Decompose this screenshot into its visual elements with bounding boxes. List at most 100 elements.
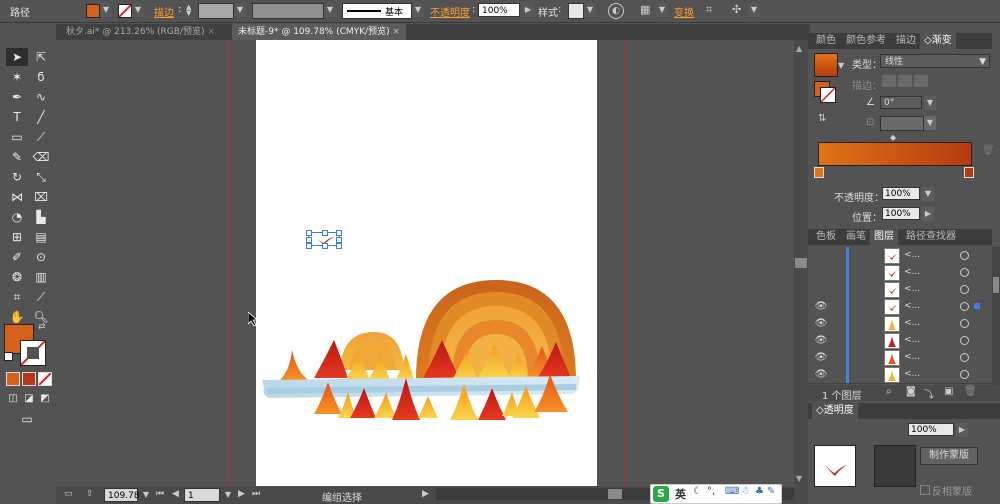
aspect-field[interactable] — [880, 116, 924, 131]
default-colors-icon[interactable] — [4, 352, 13, 361]
export-icon[interactable]: ⇪ — [86, 489, 94, 499]
symbol-sprayer-tool-icon[interactable]: ❂ — [6, 268, 28, 286]
user-icon[interactable]: ☃ — [741, 486, 750, 497]
stroke-weight-dropdown-icon[interactable]: ▼ — [234, 3, 246, 17]
stroke-none-swatch[interactable] — [118, 4, 132, 18]
magic-wand-tool-icon[interactable]: ✶ — [6, 68, 28, 86]
selection-tool-icon[interactable]: ➤ — [6, 48, 28, 66]
vertical-scrollbar[interactable]: ▲ ▼ — [794, 40, 808, 486]
align-grid-icon[interactable]: ▦ — [640, 3, 656, 17]
bbox-handle[interactable] — [336, 243, 342, 249]
target-circle-icon[interactable] — [960, 353, 969, 362]
tab-stroke[interactable]: 描边 — [892, 33, 920, 49]
bbox-handle[interactable] — [306, 230, 312, 236]
angle-field[interactable]: 0° — [880, 96, 922, 109]
visibility-eye-icon[interactable] — [812, 264, 830, 281]
selection-indicator[interactable] — [974, 303, 980, 309]
column-graph-tool-icon[interactable]: ▥ — [30, 268, 52, 286]
pen-tool-icon[interactable]: ✒ — [6, 88, 28, 106]
moon-icon[interactable]: ☾ — [693, 486, 702, 497]
status-menu-icon[interactable]: ▶ — [422, 489, 429, 499]
canvas-area[interactable] — [56, 40, 794, 486]
visibility-eye-icon[interactable] — [812, 281, 830, 298]
target-circle-icon[interactable] — [960, 251, 969, 260]
visibility-eye-icon[interactable]: 👁︎ — [812, 298, 830, 315]
draw-inside-icon[interactable]: ◩ — [34, 390, 56, 408]
gradient-preview-dropdown-icon[interactable]: ▼ — [838, 61, 844, 70]
visibility-eye-icon[interactable]: 👁︎ — [812, 349, 830, 366]
zoom-dropdown-icon[interactable]: ▼ — [140, 488, 152, 502]
tab-brushes[interactable]: 画笔 — [842, 229, 870, 245]
layer-row[interactable]: 👁︎ <... — [808, 332, 992, 350]
tools-icon[interactable]: ✎ — [767, 486, 775, 497]
brush-definition-field[interactable]: 基本 — [342, 3, 412, 19]
new-layer-icon[interactable]: ▣ — [944, 386, 953, 397]
stop-opacity-dropdown-icon[interactable]: ▼ — [922, 187, 934, 201]
stroke-grad-opt3-icon[interactable] — [914, 75, 928, 87]
layer-row[interactable]: 👁︎ <... — [808, 349, 992, 367]
gradient-type-select[interactable]: 线性 ▼ — [880, 54, 990, 68]
tab-color[interactable]: 颜色 — [812, 33, 840, 49]
transparency-thumbnail[interactable] — [814, 445, 856, 487]
punct-icon[interactable]: °, — [707, 486, 715, 497]
transparency-opacity-dropdown-icon[interactable]: ▶ — [956, 423, 968, 437]
tab-autumn-doc[interactable]: 秋夕.ai* @ 213.26% (RGB/预览) × — [60, 24, 221, 40]
bbox-handle[interactable] — [322, 230, 328, 236]
artboard-tool-icon[interactable]: ⌗ — [6, 288, 28, 306]
tab-layers[interactable]: 图层 — [870, 229, 898, 245]
rotate-tool-icon[interactable]: ↻ — [6, 168, 28, 186]
next-artboard-icon[interactable]: ▶ — [238, 489, 245, 499]
target-circle-icon[interactable] — [960, 319, 969, 328]
tab-pathfinder[interactable]: 路径查找器 — [902, 229, 960, 245]
target-circle-icon[interactable] — [960, 336, 969, 345]
layers-scroll-thumb[interactable] — [993, 277, 999, 293]
tab-untitled-doc[interactable]: 未标题-9* @ 109.78% (CMYK/预览) × — [232, 24, 407, 40]
align-dropdown-icon[interactable]: ▼ — [656, 3, 668, 17]
eraser-tool-icon[interactable]: ⌫ — [30, 148, 52, 166]
fill-swatch[interactable] — [86, 4, 100, 18]
type-tool-icon[interactable]: T — [6, 108, 28, 126]
artboard-nav-icon[interactable]: ▭ — [64, 489, 73, 499]
recolor-icon[interactable]: ◐ — [608, 3, 624, 19]
transform-link[interactable]: 变换 — [674, 4, 694, 19]
gradient-stop-right[interactable] — [964, 167, 974, 178]
visibility-eye-icon[interactable]: 👁︎ — [812, 332, 830, 349]
layer-row[interactable]: 👁︎ <... — [808, 366, 992, 384]
style-dropdown-icon[interactable]: ▼ — [584, 3, 596, 17]
opacity-field[interactable]: 100% — [478, 3, 520, 17]
stroke-color-box[interactable] — [20, 340, 46, 366]
delete-stop-icon[interactable]: 🗑︎ — [982, 145, 995, 156]
locate-object-icon[interactable]: ⌕ — [886, 386, 892, 397]
h-scroll-thumb[interactable] — [608, 489, 622, 499]
stroke-stepper-icon[interactable]: ▲ ▼ — [186, 4, 194, 17]
tab-transparency[interactable]: ◇透明度 — [812, 403, 858, 419]
ime-mode-label[interactable]: 英 — [675, 486, 686, 502]
brush-dropdown-icon[interactable]: ▼ — [412, 3, 424, 17]
target-circle-icon[interactable] — [960, 285, 969, 294]
shape-builder-tool-icon[interactable]: ◔ — [6, 208, 28, 226]
layer-row[interactable]: 👁︎ <... — [808, 298, 992, 316]
zoom-field[interactable]: 109.78 — [104, 488, 140, 502]
target-circle-icon[interactable] — [960, 268, 969, 277]
style-swatch[interactable] — [568, 3, 584, 19]
artboard-number-field[interactable]: 1 — [184, 488, 220, 502]
none-mode-icon[interactable] — [38, 372, 52, 386]
reverse-gradient-icon[interactable]: ⇅ — [818, 113, 826, 124]
mask-thumbnail[interactable] — [874, 445, 916, 487]
stop-location-field[interactable]: 100% — [882, 207, 920, 220]
layer-row[interactable]: <... — [808, 247, 992, 265]
aspect-dropdown-icon[interactable]: ▼ — [924, 116, 936, 130]
tab-gradient[interactable]: ◇渐变 — [920, 33, 956, 49]
angle-dropdown-icon[interactable]: ▼ — [924, 96, 936, 110]
slice-tool-icon[interactable]: ⟋ — [30, 288, 52, 306]
stop-location-dropdown-icon[interactable]: ▶ — [922, 207, 934, 221]
delete-layer-icon[interactable]: 🗑︎ — [964, 386, 977, 397]
gradient-mode-icon[interactable] — [22, 372, 36, 386]
artboard[interactable] — [256, 40, 597, 486]
variable-width-field[interactable] — [252, 3, 324, 19]
first-artboard-icon[interactable]: ⏮ — [156, 489, 164, 499]
layer-row[interactable]: <... — [808, 281, 992, 299]
curvature-tool-icon[interactable]: ∿ — [30, 88, 52, 106]
pencil-tool-icon[interactable]: ✎ — [6, 148, 28, 166]
stroke-mini-swatch[interactable] — [820, 87, 836, 103]
